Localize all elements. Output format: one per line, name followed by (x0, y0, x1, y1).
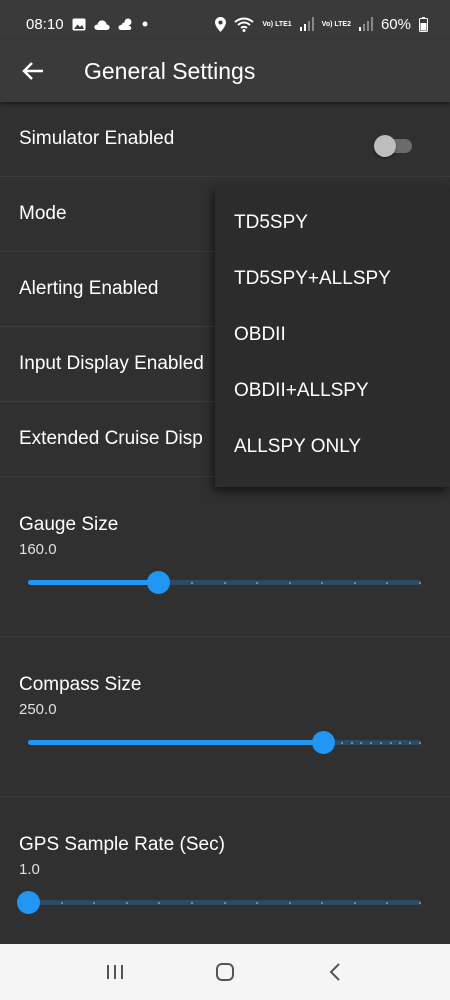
back-button[interactable] (0, 40, 66, 102)
image-icon (72, 18, 86, 31)
gps-sample-rate-label: GPS Sample Rate (Sec) (19, 834, 225, 855)
compass-size-value: 250.0 (19, 701, 57, 718)
slider-tick (353, 581, 356, 584)
simulator-label: Simulator Enabled (19, 128, 175, 149)
slider-tick (288, 901, 291, 904)
mode-option-td5spy-allspy[interactable]: TD5SPY+ALLSPY (215, 251, 450, 307)
slider-thumb[interactable] (146, 571, 170, 594)
slider-tick (190, 901, 193, 904)
wifi-icon (234, 17, 254, 32)
mode-option-obdii-allspy[interactable]: OBDII+ALLSPY (215, 363, 450, 419)
gauge-size-label: Gauge Size (19, 514, 119, 535)
slider-tick (389, 741, 392, 744)
compass-size-label: Compass Size (19, 674, 142, 695)
gps-sample-rate-value: 1.0 (19, 861, 40, 878)
battery-icon (419, 16, 428, 32)
slider-tick (125, 901, 128, 904)
slider-tick (223, 581, 226, 584)
mode-option-allspy-only[interactable]: ALLSPY ONLY (215, 419, 450, 475)
navigation-bar (0, 944, 450, 1000)
slider-tick (409, 741, 412, 744)
home-icon (216, 963, 234, 981)
setting-simulator[interactable]: Simulator Enabled (0, 102, 450, 177)
back-icon (329, 963, 340, 981)
slider-tick (350, 741, 353, 744)
lte1-label: Vo) LTE1 (262, 20, 292, 28)
nav-back-button[interactable] (305, 944, 365, 1000)
gauge-size-value: 160.0 (19, 541, 57, 558)
gauge-size-slider[interactable] (28, 571, 421, 594)
slider-tick (223, 901, 226, 904)
slider-tick (321, 581, 324, 584)
status-right: Vo) LTE1 Vo) LTE2 60% (215, 16, 428, 33)
slider-tick (419, 581, 421, 584)
simulator-toggle[interactable] (374, 135, 416, 157)
mode-label: Mode (19, 203, 67, 224)
page-title: General Settings (84, 57, 256, 84)
slider-tick (419, 741, 421, 744)
dot-icon (142, 21, 148, 27)
slider-tick (379, 741, 382, 744)
mode-option-td5spy[interactable]: TD5SPY (215, 195, 450, 251)
slider-thumb[interactable] (311, 731, 335, 754)
slider-tick (360, 741, 363, 744)
slider-tick (399, 741, 402, 744)
arrow-left-icon (22, 62, 43, 80)
status-left: 08:10 (26, 16, 148, 33)
slider-tick (321, 901, 324, 904)
gps-sample-rate-slider[interactable] (17, 891, 421, 914)
weather-icon (117, 18, 134, 30)
compass-size-slider[interactable] (28, 731, 421, 754)
slider-tick (93, 901, 96, 904)
mode-dropdown-menu: TD5SPY TD5SPY+ALLSPY OBDII OBDII+ALLSPY … (215, 187, 450, 487)
slider-fill (28, 580, 158, 585)
alerting-label: Alerting Enabled (19, 278, 159, 299)
location-icon (215, 16, 227, 32)
slider-tick (288, 581, 291, 584)
app-bar: General Settings (0, 40, 450, 102)
slider-thumb[interactable] (17, 891, 40, 914)
recent-apps-button[interactable] (85, 944, 145, 1000)
slider-tick (60, 901, 63, 904)
slider-tick (370, 741, 373, 744)
recent-apps-icon (107, 965, 123, 979)
slider-tick (419, 901, 421, 904)
slider-tick (386, 581, 389, 584)
slider-fill (28, 740, 323, 745)
battery-percent: 60% (380, 15, 411, 33)
cloud-icon (93, 19, 110, 30)
mode-option-obdii[interactable]: OBDII (215, 307, 450, 363)
home-button[interactable] (195, 944, 255, 1000)
input-display-label: Input Display Enabled (19, 353, 204, 374)
signal-icon (299, 17, 314, 31)
setting-compass-size: Compass Size 250.0 (0, 637, 450, 797)
slider-tick (353, 901, 356, 904)
lte2-label: Vo) LTE2 (321, 20, 351, 28)
status-time: 08:10 (26, 15, 64, 33)
slider-tick (158, 901, 161, 904)
slider-tick (386, 901, 389, 904)
slider-tick (190, 581, 193, 584)
signal-icon-2 (358, 17, 373, 31)
setting-gps-sample-rate: GPS Sample Rate (Sec) 1.0 (0, 797, 450, 944)
extended-cruise-label: Extended Cruise Disp (19, 428, 203, 449)
slider-tick (256, 901, 259, 904)
setting-gauge-size: Gauge Size 160.0 (0, 477, 450, 637)
toggle-thumb (374, 135, 396, 157)
slider-tick (256, 581, 259, 584)
slider-tick (340, 741, 343, 744)
